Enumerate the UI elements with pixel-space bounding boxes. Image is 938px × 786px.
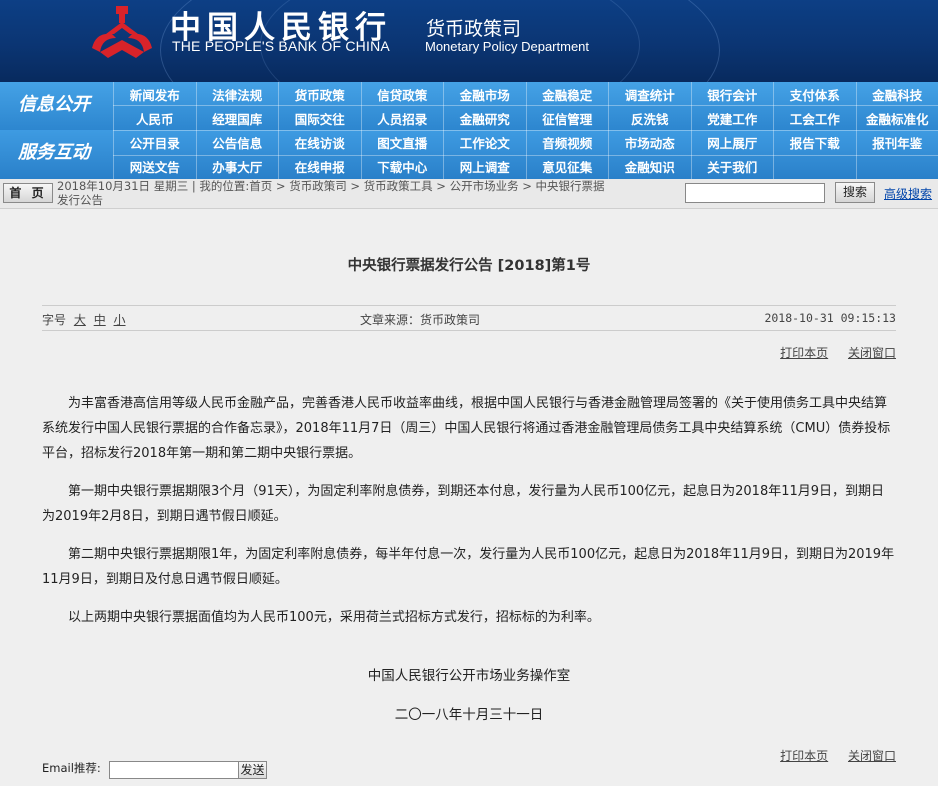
home-button[interactable]: 首 页	[3, 183, 53, 203]
article-tools-top: 打印本页 关闭窗口	[764, 344, 896, 361]
print-link[interactable]: 打印本页	[780, 346, 828, 360]
breadcrumb: 2018年10月31日 星期三 | 我的位置:首页 > 货币政策司 > 货币政策…	[57, 179, 679, 207]
nav-section-title: 信息公开	[18, 94, 90, 115]
breadcrumb-line: 2018年10月31日 星期三 | 我的位置:首页 > 货币政策司 > 货币政策…	[57, 179, 605, 193]
bank-name-en: THE PEOPLE'S BANK OF CHINA	[172, 38, 390, 54]
font-size-controls: 字号 大 中 小	[42, 311, 126, 328]
article-meta: 字号 大 中 小 文章来源：货币政策司 2018-10-31 09:15:13	[42, 305, 896, 331]
nav-item[interactable]: 国际交往	[278, 106, 361, 130]
nav-item[interactable]: 公告信息	[195, 130, 279, 155]
advanced-search-link[interactable]: 高级搜索	[884, 185, 932, 202]
article-body: 为丰富香港高信用等级人民币金融产品，完善香港人民币收益率曲线，根据中国人民银行与…	[42, 391, 896, 643]
nav-item[interactable]: 金融稳定	[525, 82, 609, 106]
nav-item[interactable]: 报刊年鉴	[855, 130, 938, 155]
email-field[interactable]	[109, 761, 239, 779]
article-paragraph: 以上两期中央银行票据面值均为人民币100元，采用荷兰式招标方式发行，招标标的为利…	[68, 610, 600, 625]
search-button[interactable]: 搜索	[835, 182, 875, 203]
article-paragraph: 第一期中央银行票据期限3个月（91天），为固定利率附息债券，到期还本付息，发行量…	[42, 484, 885, 524]
nav-item[interactable]: 市场动态	[608, 130, 691, 155]
nav-item[interactable]: 金融市场	[443, 82, 526, 106]
nav-item[interactable]: 网上调查	[443, 154, 526, 179]
nav-item[interactable]: 关于我们	[690, 154, 774, 179]
nav-item[interactable]: 新闻发布	[113, 82, 196, 106]
nav-item[interactable]: 在线申报	[278, 154, 361, 179]
nav-item[interactable]: 调查统计	[608, 82, 691, 106]
nav-item[interactable]: 信贷政策	[360, 82, 444, 106]
nav-item[interactable]: 金融知识	[608, 154, 691, 179]
close-window-link[interactable]: 关闭窗口	[848, 749, 896, 763]
nav-item[interactable]: 在线访谈	[278, 130, 361, 155]
nav-divider	[113, 105, 938, 106]
nav-item[interactable]: 网上展厅	[690, 130, 774, 155]
dept-name-cn: 货币政策司	[426, 18, 522, 40]
nav-item[interactable]: 音频视频	[525, 130, 609, 155]
nav-item[interactable]: 银行会计	[690, 82, 774, 106]
article-date: 2018-10-31 09:15:13	[764, 311, 896, 325]
nav-item[interactable]: 办事大厅	[195, 154, 279, 179]
nav-item[interactable]: 报告下载	[773, 130, 856, 155]
signature: 中国人民银行公开市场业务操作室	[367, 668, 571, 684]
nav-item[interactable]: 工会工作	[773, 106, 856, 130]
pboc-logo-icon[interactable]	[86, 4, 158, 62]
font-medium-link[interactable]: 中	[94, 313, 106, 327]
nav-item[interactable]: 经理国库	[195, 106, 279, 130]
email-send-button[interactable]: 发送	[238, 761, 267, 779]
nav-item[interactable]: 金融科技	[855, 82, 938, 106]
nav-grid-info: 新闻发布 法律法规 货币政策 信贷政策 金融市场 金融稳定 调查统计 银行会计 支付体系 金融科技…	[113, 82, 938, 130]
nav-item[interactable]: 金融研究	[443, 106, 526, 130]
nav-divider	[113, 130, 938, 131]
nav-item[interactable]: 法律法规	[195, 82, 279, 106]
nav-item[interactable]: 人民币	[113, 106, 196, 130]
nav-item[interactable]: 人员招录	[360, 106, 444, 130]
font-large-link[interactable]: 大	[74, 313, 86, 327]
font-size-label: 字号	[42, 313, 67, 327]
nav-item[interactable]: 支付体系	[773, 82, 856, 106]
page-title: 中央银行票据发行公告 [2018]第1号	[347, 258, 591, 274]
font-small-link[interactable]: 小	[114, 313, 126, 327]
search-input[interactable]	[685, 183, 825, 203]
breadcrumb-line: 发行公告	[57, 193, 103, 207]
article-paragraph: 第二期中央银行票据期限1年，为固定利率附息债券，每半年付息一次，发行量为人民币1…	[42, 547, 895, 587]
article-tools-bottom: 打印本页 关闭窗口	[764, 747, 896, 764]
nav-item[interactable]: 金融标准化	[855, 106, 938, 130]
nav-item[interactable]: 下载中心	[360, 154, 444, 179]
nav-section-title: 服务互动	[18, 142, 90, 163]
nav-item[interactable]: 意见征集	[525, 154, 609, 179]
nav-item	[855, 154, 938, 179]
sign-date: 二〇一八年十月三十一日	[394, 707, 544, 723]
main-nav: 信息公开 新闻发布 法律法规 货币政策 信贷政策 金融市场 金融稳定 调查统计 银行会计 支付体…	[0, 82, 938, 179]
nav-item[interactable]: 反洗钱	[608, 106, 691, 130]
print-link[interactable]: 打印本页	[780, 749, 828, 763]
nav-item[interactable]: 货币政策	[278, 82, 361, 106]
nav-item[interactable]: 征信管理	[525, 106, 609, 130]
nav-info-public: 信息公开 新闻发布 法律法规 货币政策 信贷政策 金融市场 金融稳定 调查统计 银行会计 支付体…	[0, 82, 938, 130]
nav-item[interactable]: 图文直播	[360, 130, 444, 155]
article-source: 文章来源：货币政策司	[360, 313, 481, 327]
close-window-link[interactable]: 关闭窗口	[848, 346, 896, 360]
dept-name-en: Monetary Policy Department	[425, 39, 590, 54]
article-paragraph: 为丰富香港高信用等级人民币金融产品，完善香港人民币收益率曲线，根据中国人民银行与…	[42, 396, 891, 461]
nav-item[interactable]: 工作论文	[443, 130, 526, 155]
site-header: 中国人民银行 THE PEOPLE'S BANK OF CHINA 货币政策司 …	[0, 0, 938, 82]
nav-item[interactable]: 网送文告	[113, 154, 196, 179]
email-label: Email推荐:	[42, 761, 101, 775]
nav-divider	[113, 155, 938, 156]
nav-item[interactable]: 党建工作	[690, 106, 774, 130]
nav-item[interactable]: 公开目录	[113, 130, 196, 155]
nav-item	[773, 154, 856, 179]
